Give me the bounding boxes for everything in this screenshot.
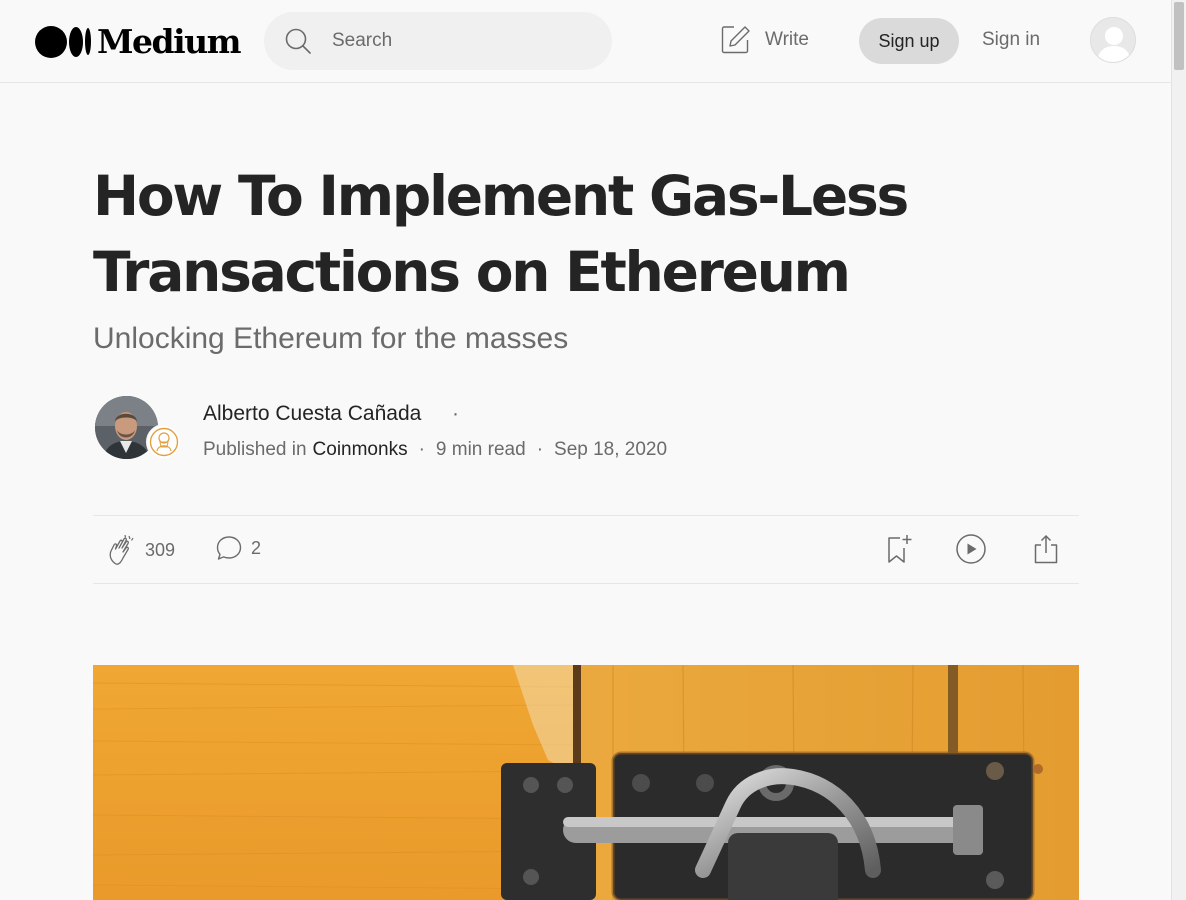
- user-silhouette-icon: [1091, 18, 1135, 62]
- bookmark-add-icon: [888, 535, 912, 563]
- listen-button[interactable]: [955, 533, 987, 570]
- publish-date: Sep 18, 2020: [554, 439, 668, 460]
- search-input[interactable]: [332, 12, 592, 70]
- padlock-on-door-image: [93, 665, 1079, 900]
- scrollbar[interactable]: [1171, 0, 1186, 900]
- article-subtitle: Unlocking Ethereum for the masses: [93, 322, 569, 355]
- comment-count: 2: [251, 537, 262, 558]
- article-meta: Published in Coinmonks · 9 min read · Se…: [203, 439, 667, 461]
- article-hero-image: [93, 665, 1079, 900]
- author-separator: ·: [452, 402, 459, 425]
- bookmark-button[interactable]: [885, 533, 913, 570]
- scrollbar-thumb[interactable]: [1174, 2, 1184, 70]
- coinmonks-logo-icon: [149, 427, 179, 457]
- clap-button[interactable]: 309: [107, 534, 175, 566]
- search-bar[interactable]: [264, 12, 612, 70]
- sign-in-link[interactable]: Sign in: [982, 29, 1040, 51]
- search-icon: [285, 28, 311, 54]
- write-button[interactable]: Write: [720, 24, 809, 55]
- article-title: How To Implement Gas-Less Transactions o…: [93, 164, 909, 304]
- publication-badge[interactable]: [146, 424, 182, 460]
- clap-count: 309: [145, 539, 176, 560]
- published-in-label: Published in: [203, 439, 307, 460]
- top-navbar: Medium Write Sign up Sign in: [0, 0, 1171, 83]
- article-action-bar: 309 2: [93, 515, 1079, 584]
- user-avatar[interactable]: [1090, 17, 1136, 63]
- write-label: Write: [765, 28, 809, 50]
- author-name[interactable]: Alberto Cuesta Cañada: [203, 402, 421, 426]
- play-icon: [956, 534, 986, 564]
- comment-icon: [216, 536, 242, 560]
- sign-up-button[interactable]: Sign up: [859, 18, 959, 64]
- meta-separator: ·: [418, 439, 425, 460]
- logo-text: Medium: [97, 22, 242, 61]
- read-time: 9 min read: [435, 439, 526, 460]
- share-icon: [1034, 534, 1058, 564]
- medium-logo-mark: [35, 25, 91, 58]
- write-icon: [721, 26, 750, 54]
- clap-icon: [109, 534, 134, 565]
- medium-logo[interactable]: Medium: [35, 22, 242, 61]
- comment-button[interactable]: 2: [215, 534, 261, 562]
- meta-separator: ·: [536, 439, 544, 460]
- share-button[interactable]: [1032, 533, 1060, 570]
- publication-link[interactable]: Coinmonks: [313, 439, 408, 461]
